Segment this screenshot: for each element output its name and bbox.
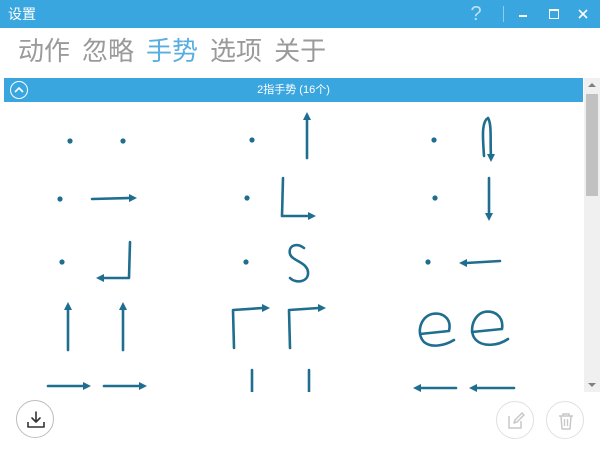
close-icon: [578, 9, 588, 19]
gesture-dot-and-right-arrow[interactable]: [28, 172, 168, 228]
gesture-icon: [67, 138, 126, 144]
title-bar-divider: [503, 6, 504, 22]
maximize-button[interactable]: [538, 0, 568, 28]
edit-icon: [508, 412, 525, 429]
gesture-icon: [243, 243, 310, 283]
download-icon: [27, 411, 45, 428]
tab-gestures[interactable]: 手势: [146, 34, 198, 68]
gesture-dot-and-l-shape[interactable]: [212, 172, 352, 228]
gesture-icon: [59, 240, 132, 282]
edit-button[interactable]: [496, 401, 534, 439]
gesture-two-right-arrows[interactable]: [10, 364, 150, 392]
gesture-dot-and-vertical-up[interactable]: [216, 110, 356, 166]
gesture-icon: [425, 259, 502, 267]
gesture-icon: [244, 176, 316, 220]
title-bar: 设置 ?: [0, 0, 600, 28]
gesture-icon: [431, 116, 495, 162]
download-button[interactable]: [16, 400, 54, 438]
gesture-dot-and-left-arrow[interactable]: [396, 234, 536, 290]
gesture-icon: [46, 382, 147, 390]
gesture-two-up-arrows[interactable]: [28, 296, 168, 352]
gesture-two-vertical-lines[interactable]: [212, 364, 352, 392]
gesture-icon: [250, 368, 311, 392]
gesture-icon: [231, 304, 326, 350]
scroll-up-button[interactable]: [584, 78, 600, 92]
tab-actions[interactable]: 动作: [18, 34, 70, 68]
tab-ignore[interactable]: 忽略: [82, 34, 134, 68]
gesture-icon: [413, 384, 516, 392]
window-title: 设置: [8, 6, 36, 22]
scroll-thumb[interactable]: [586, 94, 598, 196]
gesture-dot-and-s-shape[interactable]: [212, 234, 352, 290]
gesture-dot-and-vertical-down[interactable]: [400, 172, 540, 228]
scrollbar[interactable]: [584, 78, 600, 392]
gesture-icon: [57, 194, 137, 202]
gesture-dot-and-hook-up[interactable]: [400, 110, 540, 166]
tab-options[interactable]: 选项: [210, 34, 262, 68]
tab-about[interactable]: 关于: [274, 34, 326, 68]
trash-icon: [559, 413, 573, 430]
gesture-icon: [64, 302, 127, 352]
gesture-two-left-arrows[interactable]: [396, 364, 536, 392]
gesture-icon: [249, 112, 311, 160]
minimize-button[interactable]: [508, 0, 538, 28]
help-button[interactable]: ?: [465, 0, 487, 28]
delete-button[interactable]: [546, 401, 584, 439]
gesture-grid: [0, 102, 584, 392]
gesture-icon: [432, 176, 493, 221]
gesture-two-e-shapes[interactable]: [396, 296, 536, 352]
close-button[interactable]: [568, 0, 598, 28]
gesture-two-corner-right-down[interactable]: [212, 296, 352, 352]
tab-bar: 动作 忽略 手势 选项 关于: [18, 34, 326, 68]
gesture-icon: [418, 310, 510, 347]
gesture-two-dots[interactable]: [30, 110, 170, 166]
scroll-down-button[interactable]: [584, 378, 600, 392]
section-title: 2指手势 (16个): [257, 84, 330, 96]
section-header[interactable]: 2指手势 (16个): [4, 78, 583, 102]
gesture-dot-and-hook-left[interactable]: [28, 234, 168, 290]
